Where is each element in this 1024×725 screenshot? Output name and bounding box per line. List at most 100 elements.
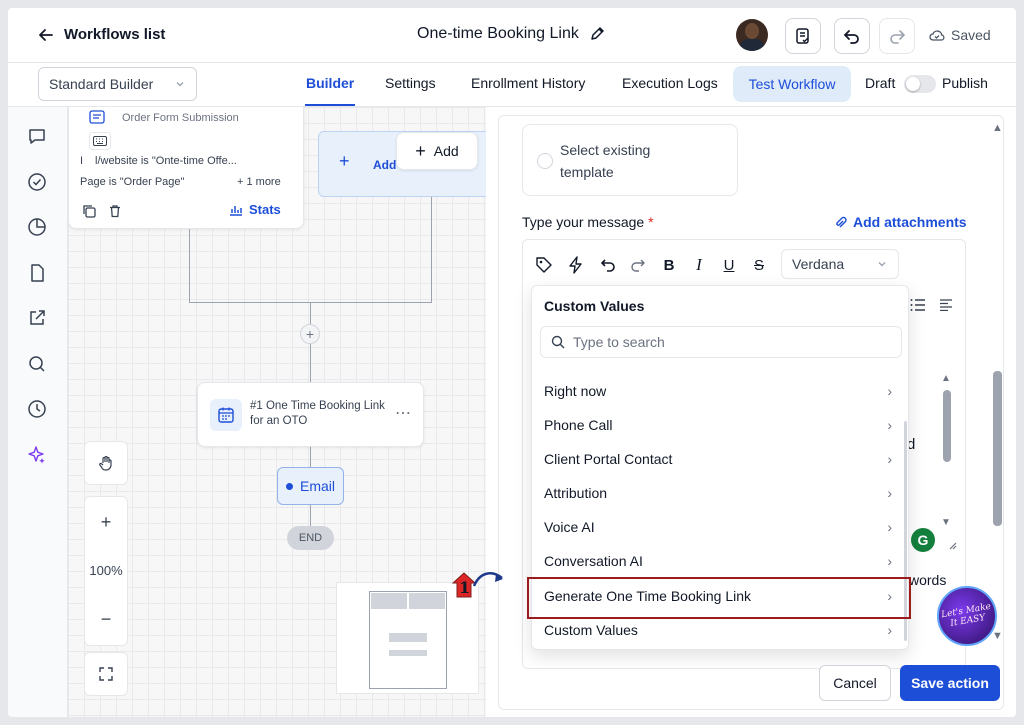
curved-arrow-icon [472,572,503,587]
avatar[interactable] [736,19,768,51]
dropdown-scrollbar[interactable] [904,421,907,641]
save-action-button[interactable]: Save action [900,665,1000,701]
font-family-value: Verdana [792,256,845,272]
more-options-icon[interactable]: ⋯ [395,403,411,423]
tab-enrollment-history[interactable]: Enrollment History [471,75,585,91]
custom-value-item[interactable]: Phone Call › [532,408,904,442]
builder-mode-select[interactable]: Standard Builder [38,67,197,101]
pie-chart-icon[interactable] [26,216,48,238]
end-node: END [287,526,334,550]
resize-handle-icon[interactable] [947,540,957,550]
align-left-icon[interactable] [935,294,957,316]
draft-label: Draft [865,75,896,91]
zoom-out-button[interactable]: − [101,609,112,630]
dropdown-title: Custom Values [544,298,645,314]
font-family-select[interactable]: Verdana [781,249,899,279]
builder-mode-value: Standard Builder [49,76,154,92]
hand-icon [99,455,112,471]
email-node[interactable]: Email [277,467,344,505]
item-label: Phone Call [544,417,613,433]
underline-button[interactable]: U [718,254,740,276]
italic-button[interactable]: I [688,254,710,276]
message-editor[interactable]: B I U S Verdana d words ▲ ▼ G Custom Val… [522,239,966,669]
toggle-knob [906,77,920,91]
cancel-button[interactable]: Cancel [819,665,891,701]
custom-value-item[interactable]: Right now › [532,374,904,408]
tab-builder[interactable]: Builder [306,75,354,91]
search-icon [551,335,565,349]
history-icon[interactable] [26,398,48,420]
undo-icon [843,30,859,44]
scroll-down-arrow[interactable]: ▼ [941,517,951,528]
redo-icon[interactable] [627,254,649,276]
sparkles-icon[interactable] [26,444,48,466]
generate-booking-link-item[interactable]: Generate One Time Booking Link › [532,579,904,613]
publish-toggle[interactable] [904,75,936,93]
custom-value-item[interactable]: Custom Values › [532,613,904,647]
custom-value-item[interactable]: Voice AI › [532,510,904,544]
tab-settings[interactable]: Settings [385,75,436,91]
strikethrough-button[interactable]: S [748,254,770,276]
redo-button[interactable] [879,18,915,54]
action-panel: Select existing template Type your messa… [498,115,1004,710]
email-node-label: Email [299,478,335,494]
search-icon[interactable] [26,353,48,375]
expand-icon [99,667,113,681]
trash-icon[interactable] [108,204,122,218]
message-label-text: Type your message [522,214,645,230]
bold-button[interactable]: B [658,254,680,276]
workflow-canvas[interactable]: Order Form Submission I l/website is "On… [68,107,486,717]
back-to-workflows-link[interactable]: Workflows list [38,26,165,43]
tag-icon[interactable] [533,254,555,276]
file-icon[interactable] [26,262,48,284]
stats-link[interactable]: Stats [229,202,281,217]
filter-prefix: I [80,155,84,167]
item-label: Custom Values [544,622,638,638]
custom-value-item[interactable]: Client Portal Contact › [532,442,904,476]
custom-value-item[interactable]: Attribution › [532,476,904,510]
trigger-card[interactable]: Order Form Submission I l/website is "On… [68,107,304,229]
more-filters-link[interactable]: + 1 more [237,176,281,188]
top-bar: Workflows list One-time Booking Link Sav… [8,8,1016,63]
pan-button[interactable] [84,441,128,485]
tab-execution-logs[interactable]: Execution Logs [622,75,718,91]
add-step-button[interactable]: + [300,324,320,344]
chevron-right-icon: › [887,519,892,535]
panel-scroll-down-arrow[interactable]: ▼ [992,630,1003,642]
item-label: Client Portal Contact [544,451,673,467]
select-template-option[interactable]: Select existing template [522,124,738,196]
scroll-up-arrow[interactable]: ▲ [941,373,951,384]
add-popup-button[interactable]: + Add [396,132,478,170]
pencil-icon[interactable] [589,26,605,42]
chevron-right-icon: › [887,485,892,501]
add-attachments-link[interactable]: Add attachments [835,214,967,230]
undo-icon[interactable] [597,254,619,276]
minimap-node [409,593,445,609]
custom-values-search[interactable]: Type to search [540,326,902,358]
panel-scrollbar[interactable] [993,371,1002,526]
panel-scroll-up-arrow[interactable]: ▲ [992,122,1003,134]
cancel-label: Cancel [833,675,877,691]
grammarly-icon[interactable]: G [911,528,935,552]
chat-icon[interactable] [26,125,48,147]
notes-button[interactable] [785,18,821,54]
filter-website: l/website is "Onte-time Offe... [95,155,237,167]
keyboard-icon [89,132,111,150]
list-icon[interactable] [907,294,929,316]
action-card[interactable]: #1 One Time Booking Link for an OTO ⋯ [197,382,424,447]
external-link-icon[interactable] [26,307,48,329]
fit-view-button[interactable] [84,652,128,696]
zoom-in-button[interactable]: + [101,512,112,533]
item-label: Generate One Time Booking Link [544,588,752,604]
test-workflow-button[interactable]: Test Workflow [733,66,851,102]
minimap-node [371,593,407,609]
undo-button[interactable] [834,18,870,54]
paperclip-icon [836,216,847,228]
custom-value-item[interactable]: Conversation AI › [532,544,904,578]
editor-scrollbar[interactable] [943,390,951,462]
copy-icon[interactable] [82,204,96,218]
save-action-label: Save action [911,675,989,691]
template-radio[interactable] [537,153,553,169]
check-circle-icon[interactable] [26,171,48,193]
lightning-icon[interactable] [565,254,587,276]
